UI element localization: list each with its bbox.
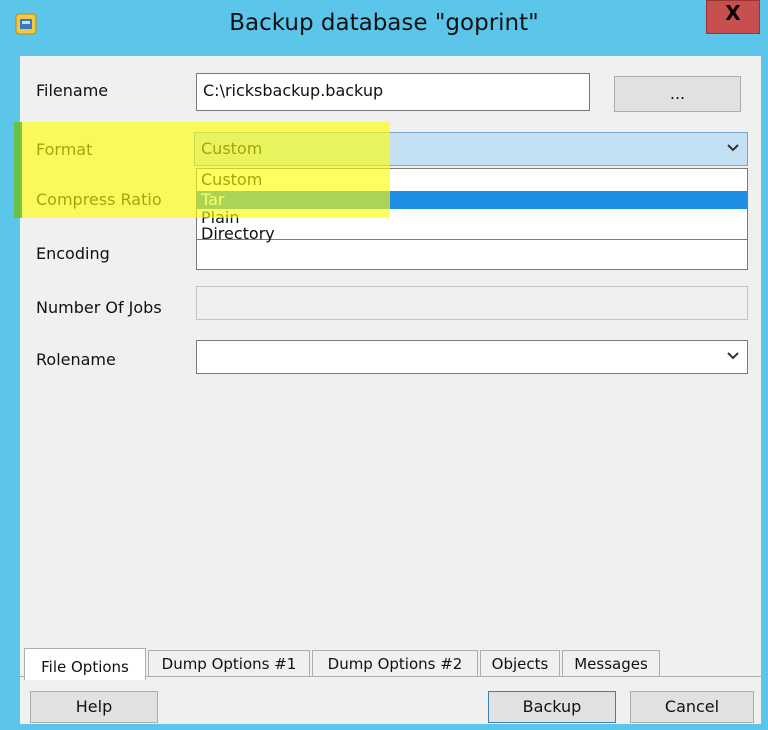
chevron-down-icon xyxy=(727,141,739,157)
tab-file-options[interactable]: File Options xyxy=(24,648,146,680)
filename-field[interactable]: C:\ricksbackup.backup xyxy=(196,73,590,111)
tab-messages[interactable]: Messages xyxy=(562,650,660,676)
close-button[interactable]: X xyxy=(706,0,760,34)
number-of-jobs-field xyxy=(196,286,748,320)
title-bar[interactable]: Backup database "goprint" X xyxy=(0,0,768,50)
format-dropdown-list: Custom Tar Plain Directory xyxy=(196,168,748,243)
chevron-down-icon xyxy=(727,349,739,365)
help-button[interactable]: Help xyxy=(30,691,158,723)
format-option-tar[interactable]: Tar xyxy=(197,191,747,209)
encoding-label: Encoding xyxy=(36,244,110,263)
encoding-select[interactable] xyxy=(196,236,748,270)
window-title: Backup database "goprint" xyxy=(229,10,539,36)
tab-dump-options-2[interactable]: Dump Options #2 xyxy=(312,650,478,676)
format-option-custom[interactable]: Custom xyxy=(197,171,747,189)
number-of-jobs-label: Number Of Jobs xyxy=(36,298,162,317)
compress-ratio-label: Compress Ratio xyxy=(36,190,162,209)
format-selected-value: Custom xyxy=(201,139,263,158)
browse-button[interactable]: ... xyxy=(614,76,741,112)
cancel-button[interactable]: Cancel xyxy=(630,691,754,723)
format-option-directory[interactable]: Directory xyxy=(197,225,747,243)
format-label: Format xyxy=(36,140,93,159)
backup-dialog: Backup database "goprint" X Filename C:\… xyxy=(0,0,768,730)
filename-label: Filename xyxy=(36,81,109,100)
rolename-label: Rolename xyxy=(36,350,116,369)
rolename-select[interactable] xyxy=(196,340,748,374)
format-select[interactable]: Custom xyxy=(194,132,748,166)
tab-objects[interactable]: Objects xyxy=(480,650,560,676)
backup-button[interactable]: Backup xyxy=(488,691,616,723)
tab-dump-options-1[interactable]: Dump Options #1 xyxy=(148,650,310,676)
